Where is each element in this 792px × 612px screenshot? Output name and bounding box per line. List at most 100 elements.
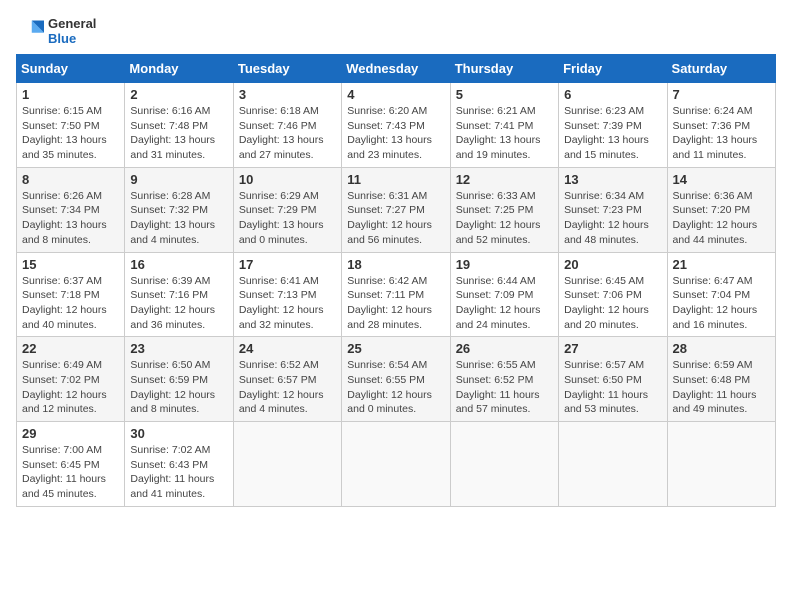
day-number: 8 [22,172,119,187]
weekday-header-saturday: Saturday [667,55,775,83]
weekday-header-tuesday: Tuesday [233,55,341,83]
calendar-week-1: 1Sunrise: 6:15 AM Sunset: 7:50 PM Daylig… [17,83,776,168]
day-number: 29 [22,426,119,441]
calendar-cell: 13 Sunrise: 6:34 AM Sunset: 7:23 PM Dayli… [559,167,667,252]
day-number: 28 [673,341,770,356]
calendar-cell: 17 Sunrise: 6:41 AM Sunset: 7:13 PM Dayli… [233,252,341,337]
calendar-cell: 24 Sunrise: 6:52 AM Sunset: 6:57 PM Dayli… [233,337,341,422]
day-info: Sunrise: 6:41 AM Sunset: 7:13 PM Dayligh… [239,274,336,333]
day-info: Sunrise: 6:16 AM Sunset: 7:48 PM Dayligh… [130,104,227,163]
day-info: Sunrise: 6:29 AM Sunset: 7:29 PM Dayligh… [239,189,336,248]
day-info: Sunrise: 6:42 AM Sunset: 7:11 PM Dayligh… [347,274,444,333]
calendar-cell: 28 Sunrise: 6:59 AM Sunset: 6:48 PM Dayli… [667,337,775,422]
day-info: Sunrise: 6:50 AM Sunset: 6:59 PM Dayligh… [130,358,227,417]
day-number: 18 [347,257,444,272]
calendar-cell: 12 Sunrise: 6:33 AM Sunset: 7:25 PM Dayli… [450,167,558,252]
calendar-cell: 10Sunrise: 6:29 AM Sunset: 7:29 PM Dayli… [233,167,341,252]
calendar-cell: 16 Sunrise: 6:39 AM Sunset: 7:16 PM Dayli… [125,252,233,337]
page-header: General Blue [16,16,776,46]
day-info: Sunrise: 6:54 AM Sunset: 6:55 PM Dayligh… [347,358,444,417]
day-info: Sunrise: 6:23 AM Sunset: 7:39 PM Dayligh… [564,104,661,163]
calendar-cell: 9 Sunrise: 6:28 AM Sunset: 7:32 PM Daylig… [125,167,233,252]
day-number: 5 [456,87,553,102]
day-number: 22 [22,341,119,356]
calendar-cell: 19Sunrise: 6:44 AM Sunset: 7:09 PM Dayli… [450,252,558,337]
day-number: 11 [347,172,444,187]
calendar-cell: 2 Sunrise: 6:16 AM Sunset: 7:48 PM Daylig… [125,83,233,168]
calendar-cell: 25 Sunrise: 6:54 AM Sunset: 6:55 PM Dayli… [342,337,450,422]
calendar-cell [342,422,450,507]
day-number: 15 [22,257,119,272]
day-number: 13 [564,172,661,187]
day-info: Sunrise: 6:39 AM Sunset: 7:16 PM Dayligh… [130,274,227,333]
calendar-cell: 14Sunrise: 6:36 AM Sunset: 7:20 PM Dayli… [667,167,775,252]
calendar-cell: 7 Sunrise: 6:24 AM Sunset: 7:36 PM Daylig… [667,83,775,168]
logo-blue: Blue [48,31,96,46]
day-info: Sunrise: 6:36 AM Sunset: 7:20 PM Dayligh… [673,189,770,248]
calendar-cell: 6 Sunrise: 6:23 AM Sunset: 7:39 PM Daylig… [559,83,667,168]
day-info: Sunrise: 6:26 AM Sunset: 7:34 PM Dayligh… [22,189,119,248]
day-number: 27 [564,341,661,356]
calendar-cell: 23 Sunrise: 6:50 AM Sunset: 6:59 PM Dayli… [125,337,233,422]
day-number: 24 [239,341,336,356]
calendar-cell: 5 Sunrise: 6:21 AM Sunset: 7:41 PM Daylig… [450,83,558,168]
day-info: Sunrise: 6:59 AM Sunset: 6:48 PM Dayligh… [673,358,770,417]
day-info: Sunrise: 6:57 AM Sunset: 6:50 PM Dayligh… [564,358,661,417]
day-info: Sunrise: 6:33 AM Sunset: 7:25 PM Dayligh… [456,189,553,248]
day-number: 16 [130,257,227,272]
weekday-header-friday: Friday [559,55,667,83]
day-number: 2 [130,87,227,102]
day-number: 26 [456,341,553,356]
day-info: Sunrise: 6:47 AM Sunset: 7:04 PM Dayligh… [673,274,770,333]
day-number: 20 [564,257,661,272]
weekday-header-monday: Monday [125,55,233,83]
calendar-cell: 4 Sunrise: 6:20 AM Sunset: 7:43 PM Daylig… [342,83,450,168]
calendar-cell: 29 Sunrise: 7:00 AM Sunset: 6:45 PM Dayli… [17,422,125,507]
day-number: 21 [673,257,770,272]
calendar-cell: 20 Sunrise: 6:45 AM Sunset: 7:06 PM Dayli… [559,252,667,337]
day-number: 17 [239,257,336,272]
calendar-cell [233,422,341,507]
day-info: Sunrise: 6:45 AM Sunset: 7:06 PM Dayligh… [564,274,661,333]
calendar-cell: 1Sunrise: 6:15 AM Sunset: 7:50 PM Daylig… [17,83,125,168]
day-info: Sunrise: 6:31 AM Sunset: 7:27 PM Dayligh… [347,189,444,248]
calendar-cell: 26 Sunrise: 6:55 AM Sunset: 6:52 PM Dayli… [450,337,558,422]
day-info: Sunrise: 6:55 AM Sunset: 6:52 PM Dayligh… [456,358,553,417]
weekday-header-sunday: Sunday [17,55,125,83]
day-info: Sunrise: 6:44 AM Sunset: 7:09 PM Dayligh… [456,274,553,333]
calendar-body: 1Sunrise: 6:15 AM Sunset: 7:50 PM Daylig… [17,83,776,507]
calendar-cell: 15 Sunrise: 6:37 AM Sunset: 7:18 PM Dayli… [17,252,125,337]
calendar-cell [667,422,775,507]
day-info: Sunrise: 6:28 AM Sunset: 7:32 PM Dayligh… [130,189,227,248]
day-info: Sunrise: 6:18 AM Sunset: 7:46 PM Dayligh… [239,104,336,163]
logo: General Blue [16,16,96,46]
day-info: Sunrise: 6:52 AM Sunset: 6:57 PM Dayligh… [239,358,336,417]
calendar-cell: 21 Sunrise: 6:47 AM Sunset: 7:04 PM Dayli… [667,252,775,337]
day-number: 23 [130,341,227,356]
day-info: Sunrise: 6:37 AM Sunset: 7:18 PM Dayligh… [22,274,119,333]
calendar-header-row: SundayMondayTuesdayWednesdayThursdayFrid… [17,55,776,83]
day-info: Sunrise: 7:02 AM Sunset: 6:43 PM Dayligh… [130,443,227,502]
calendar-cell: 3 Sunrise: 6:18 AM Sunset: 7:46 PM Daylig… [233,83,341,168]
day-number: 3 [239,87,336,102]
calendar-week-3: 15 Sunrise: 6:37 AM Sunset: 7:18 PM Dayli… [17,252,776,337]
day-number: 12 [456,172,553,187]
day-number: 6 [564,87,661,102]
calendar-week-2: 8 Sunrise: 6:26 AM Sunset: 7:34 PM Daylig… [17,167,776,252]
day-number: 7 [673,87,770,102]
day-info: Sunrise: 6:15 AM Sunset: 7:50 PM Dayligh… [22,104,119,163]
day-info: Sunrise: 7:00 AM Sunset: 6:45 PM Dayligh… [22,443,119,502]
day-info: Sunrise: 6:21 AM Sunset: 7:41 PM Dayligh… [456,104,553,163]
day-info: Sunrise: 6:34 AM Sunset: 7:23 PM Dayligh… [564,189,661,248]
calendar-cell: 11 Sunrise: 6:31 AM Sunset: 7:27 PM Dayli… [342,167,450,252]
calendar-table: SundayMondayTuesdayWednesdayThursdayFrid… [16,54,776,507]
weekday-header-wednesday: Wednesday [342,55,450,83]
day-number: 25 [347,341,444,356]
day-number: 9 [130,172,227,187]
day-info: Sunrise: 6:20 AM Sunset: 7:43 PM Dayligh… [347,104,444,163]
calendar-cell: 22Sunrise: 6:49 AM Sunset: 7:02 PM Dayli… [17,337,125,422]
day-number: 4 [347,87,444,102]
calendar-week-5: 29 Sunrise: 7:00 AM Sunset: 6:45 PM Dayli… [17,422,776,507]
day-info: Sunrise: 6:24 AM Sunset: 7:36 PM Dayligh… [673,104,770,163]
calendar-cell: 30Sunrise: 7:02 AM Sunset: 6:43 PM Dayli… [125,422,233,507]
